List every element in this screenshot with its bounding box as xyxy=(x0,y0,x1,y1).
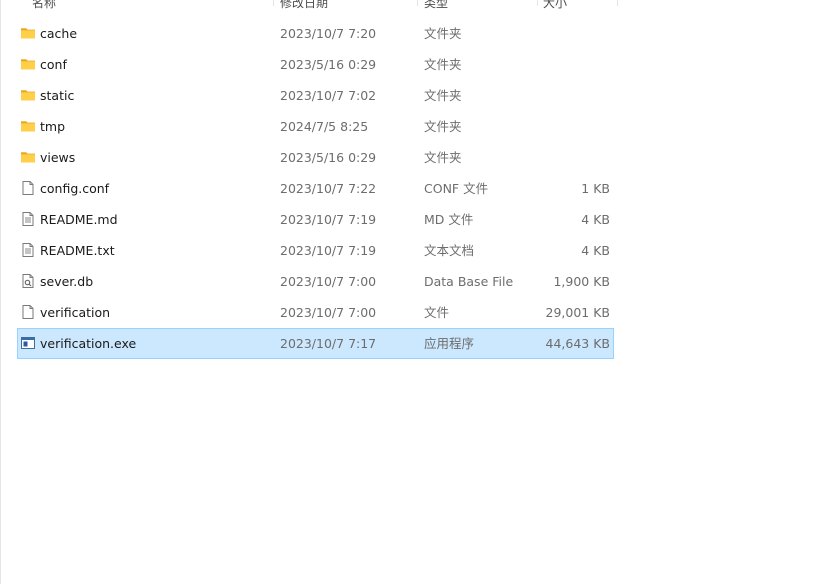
file-type: MD 文件 xyxy=(424,212,474,227)
file-row[interactable]: config.conf 2023/10/7 7:22 CONF 文件 1 KB xyxy=(17,173,614,204)
text-file-icon xyxy=(20,242,36,258)
column-divider[interactable] xyxy=(273,0,274,6)
file-row[interactable]: tmp 2024/7/5 8:25 文件夹 xyxy=(17,111,614,142)
column-header-date[interactable]: 修改日期 xyxy=(280,0,328,14)
file-modified-date: 2023/10/7 7:19 xyxy=(280,212,377,227)
file-modified-date: 2024/7/5 8:25 xyxy=(280,119,369,134)
file-name: README.txt xyxy=(40,243,115,258)
file-type: 文本文档 xyxy=(424,243,475,258)
folder-icon xyxy=(20,56,36,72)
file-name: static xyxy=(40,88,75,103)
file-type: 文件夹 xyxy=(424,119,462,134)
file-size: 1,900 KB xyxy=(553,274,610,289)
file-row[interactable]: sever.db 2023/10/7 7:00 Data Base File 1,90… xyxy=(17,266,614,297)
file-type: 文件夹 xyxy=(424,57,462,72)
file-row[interactable]: README.txt 2023/10/7 7:19 文本文档 4 KB xyxy=(17,235,614,266)
file-icon xyxy=(20,304,36,320)
file-list: cache 2023/10/7 7:20 文件夹 conf 2023/5/16 0:29… xyxy=(17,18,614,359)
column-header-name[interactable]: 名称 xyxy=(32,0,56,14)
folder-icon xyxy=(20,149,36,165)
file-modified-date: 2023/5/16 0:29 xyxy=(280,150,377,165)
file-modified-date: 2023/10/7 7:22 xyxy=(280,181,377,196)
file-name: cache xyxy=(40,26,78,41)
file-type: 文件夹 xyxy=(424,150,462,165)
column-header: 名称 修改日期 类型 大小 xyxy=(0,0,620,14)
column-header-size[interactable]: 大小 xyxy=(543,0,567,14)
folder-icon xyxy=(20,25,36,41)
file-row[interactable]: cache 2023/10/7 7:20 文件夹 xyxy=(17,18,614,49)
file-type: Data Base File xyxy=(424,274,514,289)
folder-icon xyxy=(20,87,36,103)
file-modified-date: 2023/10/7 7:20 xyxy=(280,26,377,41)
file-name: tmp xyxy=(40,119,66,134)
file-size: 1 KB xyxy=(581,181,610,196)
file-modified-date: 2023/10/7 7:00 xyxy=(280,305,377,320)
file-name: README.md xyxy=(40,212,118,227)
database-file-icon xyxy=(20,273,36,289)
file-type: 文件夹 xyxy=(424,88,462,103)
folder-icon xyxy=(20,118,36,134)
column-divider[interactable] xyxy=(617,0,618,6)
file-size: 4 KB xyxy=(581,212,610,227)
file-row[interactable]: conf 2023/5/16 0:29 文件夹 xyxy=(17,49,614,80)
file-modified-date: 2023/5/16 0:29 xyxy=(280,57,377,72)
column-divider[interactable] xyxy=(537,0,538,6)
file-type: CONF 文件 xyxy=(424,181,489,196)
file-type: 应用程序 xyxy=(424,336,475,351)
file-name: sever.db xyxy=(40,274,94,289)
file-size: 29,001 KB xyxy=(545,305,610,320)
file-name: verification xyxy=(40,305,111,320)
file-name: config.conf xyxy=(40,181,110,196)
file-type: 文件夹 xyxy=(424,26,462,41)
file-row[interactable]: verification.exe 2023/10/7 7:17 应用程序 44,643… xyxy=(17,328,614,359)
file-size: 4 KB xyxy=(581,243,610,258)
file-row[interactable]: verification 2023/10/7 7:00 文件 29,001 KB xyxy=(17,297,614,328)
file-modified-date: 2023/10/7 7:19 xyxy=(280,243,377,258)
file-modified-date: 2023/10/7 7:00 xyxy=(280,274,377,289)
column-header-type[interactable]: 类型 xyxy=(424,0,448,14)
file-type: 文件 xyxy=(424,305,450,320)
file-row[interactable]: README.md 2023/10/7 7:19 MD 文件 4 KB xyxy=(17,204,614,235)
file-row[interactable]: static 2023/10/7 7:02 文件夹 xyxy=(17,80,614,111)
file-name: verification.exe xyxy=(40,336,137,351)
file-size: 44,643 KB xyxy=(545,336,610,351)
column-divider[interactable] xyxy=(417,0,418,6)
file-icon xyxy=(20,180,36,196)
file-row[interactable]: views 2023/5/16 0:29 文件夹 xyxy=(17,142,614,173)
text-file-icon xyxy=(20,211,36,227)
file-name: conf xyxy=(40,57,67,72)
file-modified-date: 2023/10/7 7:02 xyxy=(280,88,377,103)
executable-icon xyxy=(20,335,36,351)
file-name: views xyxy=(40,150,76,165)
file-modified-date: 2023/10/7 7:17 xyxy=(280,336,377,351)
window-left-border xyxy=(0,0,1,584)
